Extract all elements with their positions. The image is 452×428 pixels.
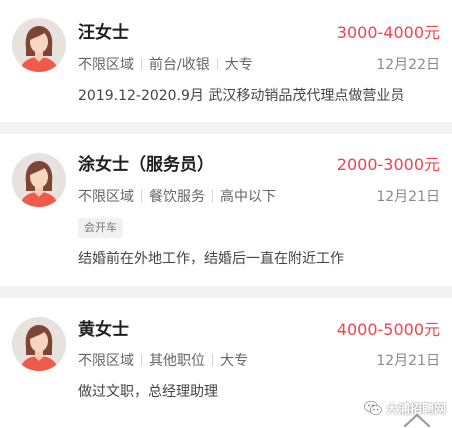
candidate-meta: 不限区域 前台/收银 大专 — [78, 55, 253, 75]
post-date: 12月21日 — [376, 353, 440, 369]
resume-card[interactable]: 汪女士 3000-4000元 不限区域 前台/收银 大专 12月22日 2019.1… — [0, 0, 452, 122]
position-label: 餐饮服务 — [149, 189, 205, 205]
candidate-meta: 不限区域 餐饮服务 高中以下 — [78, 187, 276, 207]
watermark-text: 大浦招聘网 — [385, 401, 446, 416]
salary-range: 2000-3000元 — [336, 155, 440, 174]
skill-tag: 会开车 — [78, 218, 123, 238]
divider — [216, 58, 218, 70]
divider — [141, 190, 142, 202]
watermark: 大浦招聘网 — [364, 398, 446, 418]
post-date: 12月22日 — [376, 57, 440, 73]
post-date: 12月21日 — [376, 189, 440, 205]
candidate-name: 黄女士 — [78, 320, 129, 340]
resume-list: 汪女士 3000-4000元 不限区域 前台/收银 大专 12月22日 2019.1… — [0, 0, 452, 428]
wechat-icon — [364, 400, 382, 415]
candidate-name: 汪女士 — [78, 23, 129, 43]
candidate-description: 2019.12-2020.9月 武汉移动销品茂代理点做营业员 — [78, 88, 405, 104]
education-label: 大专 — [224, 57, 253, 73]
position-label: 其他职位 — [149, 353, 205, 369]
region-label: 不限区域 — [78, 57, 134, 73]
candidate-description: 结婚前在外地工作，结婚后一直在附近工作 — [78, 251, 344, 267]
divider — [141, 58, 142, 70]
divider — [141, 354, 142, 366]
female-avatar-icon — [12, 317, 66, 371]
female-avatar-icon — [12, 153, 66, 207]
region-label: 不限区域 — [78, 189, 134, 205]
salary-range: 3000-4000元 — [336, 23, 440, 42]
female-avatar-icon — [12, 18, 66, 72]
divider — [212, 190, 213, 202]
education-label: 高中以下 — [220, 189, 276, 205]
candidate-description: 做过文职，总经理助理 — [78, 384, 218, 400]
education-label: 大专 — [220, 353, 248, 369]
divider — [212, 354, 213, 366]
region-label: 不限区域 — [78, 353, 134, 369]
resume-card[interactable]: 涂女士（服务员） 2000-3000元 不限区域 餐饮服务 高中以下 12月21日 … — [0, 134, 452, 286]
candidate-name: 涂女士（服务员） — [78, 155, 214, 175]
salary-range: 4000-5000元 — [336, 320, 440, 339]
position-label: 前台/收银 — [149, 57, 210, 73]
candidate-meta: 不限区域 其他职位 大专 — [78, 351, 248, 371]
